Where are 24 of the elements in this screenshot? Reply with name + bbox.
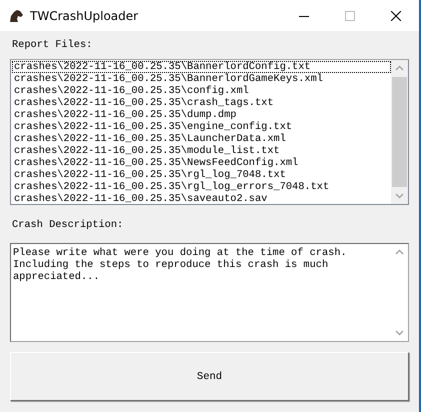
file-list-item[interactable]: crashes\2022-11-16_00.25.35\saveauto2.sav xyxy=(12,193,391,204)
close-icon xyxy=(391,10,401,20)
send-button[interactable]: Send xyxy=(10,352,409,401)
maximize-icon xyxy=(345,10,355,20)
file-list-item[interactable]: crashes\2022-11-16_00.25.35\NewsFeedConfig.xml xyxy=(12,157,391,169)
field-label: Crash Description: xyxy=(12,219,124,232)
file-list-item[interactable]: crashes\2022-11-16_00.25.35\rgl_log_errors_7048.txt xyxy=(12,181,391,193)
file-list-item[interactable]: crashes\2022-11-16_00.25.35\config.xml xyxy=(12,85,391,97)
scroll-up-icon[interactable] xyxy=(395,249,404,255)
file-list-item[interactable]: crashes\2022-11-16_00.25.35\crash_tags.txt xyxy=(12,97,391,109)
scroll-up-icon[interactable] xyxy=(395,65,404,71)
scroll-down-icon[interactable] xyxy=(395,330,404,336)
file-list-item[interactable]: crashes\2022-11-16_00.25.35\BannerlordGameKeys.xml xyxy=(12,73,391,85)
field-label: Report Files: xyxy=(12,39,94,52)
file-list-item[interactable]: crashes\2022-11-16_00.25.35\LauncherData.xml xyxy=(12,133,391,145)
scroll-bar[interactable] xyxy=(391,60,408,204)
file-list-item[interactable]: crashes\2022-11-16_00.25.35\engine_config.txt xyxy=(12,121,391,133)
file-list-item[interactable]: crashes\2022-11-16_00.25.35\module_list.txt xyxy=(12,145,391,157)
file-list-item[interactable]: crashes\2022-11-16_00.25.35\rgl_log_7048.txt xyxy=(12,169,391,181)
file-list-item[interactable]: crashes\2022-11-16_00.25.35\BannerlordConfig.txt xyxy=(12,61,391,73)
window-title: TWCrashUploader xyxy=(30,8,140,22)
scroll-down-icon[interactable] xyxy=(395,193,404,199)
file-list-item[interactable]: crashes\2022-11-16_00.25.35\dump.dmp xyxy=(12,109,391,121)
horse-head-icon xyxy=(8,8,24,22)
